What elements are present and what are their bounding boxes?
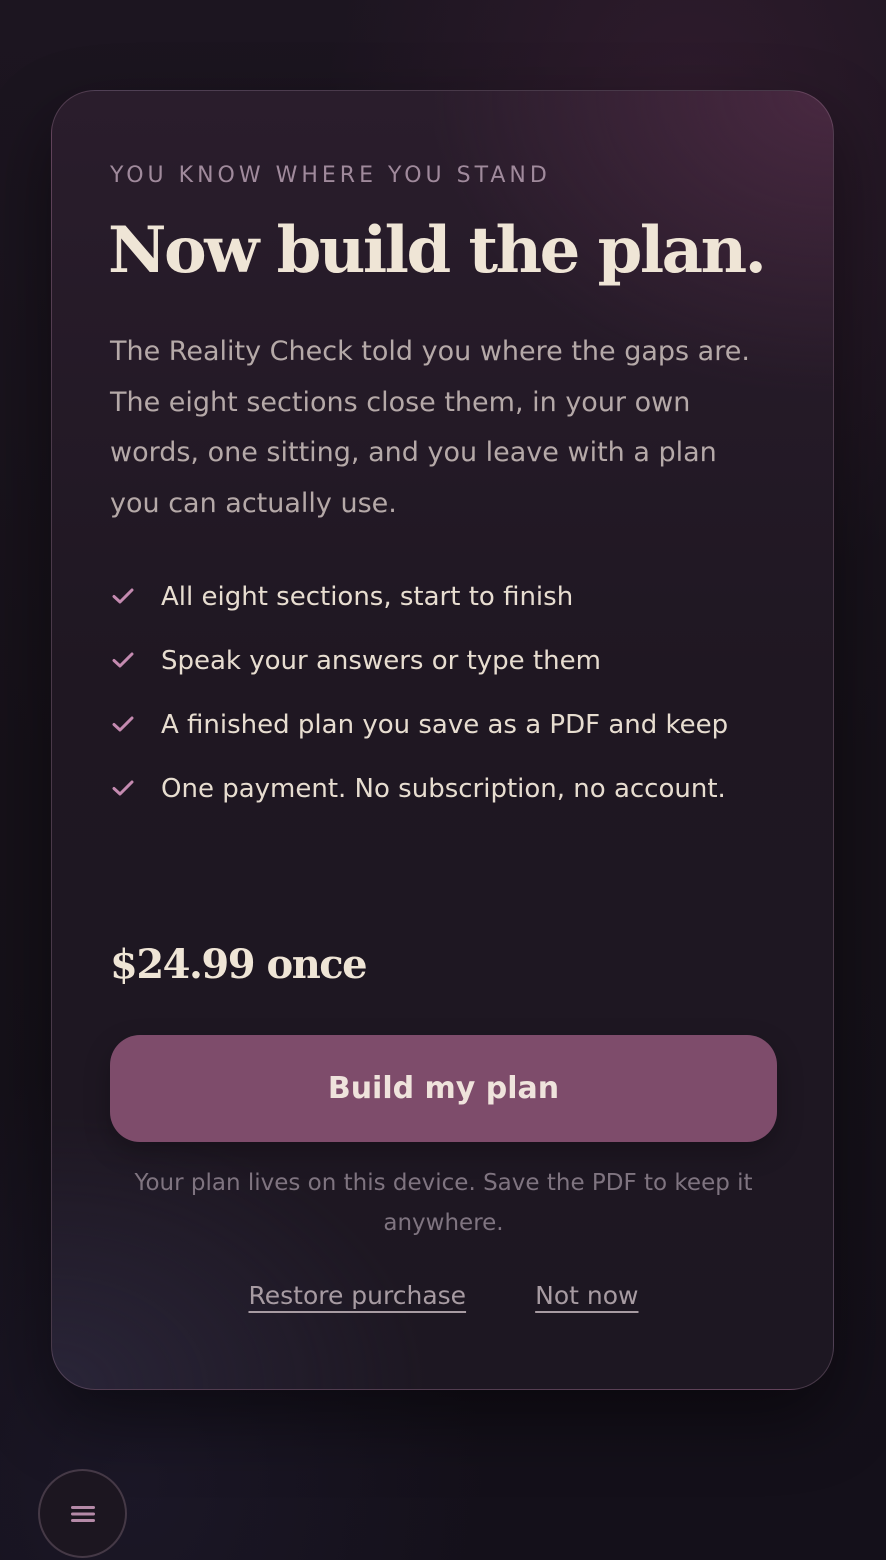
check-icon bbox=[112, 780, 134, 796]
menu-button[interactable] bbox=[38, 1469, 127, 1558]
feature-item: A finished plan you save as a PDF and ke… bbox=[110, 703, 750, 747]
check-icon bbox=[112, 588, 134, 604]
feature-item: Speak your answers or type them bbox=[110, 639, 750, 683]
restore-purchase-link[interactable]: Restore purchase bbox=[248, 1281, 466, 1310]
storage-note: Your plan lives on this device. Save the… bbox=[134, 1170, 753, 1236]
feature-text: A finished plan you save as a PDF and ke… bbox=[161, 710, 729, 740]
eyebrow-label: YOU KNOW WHERE YOU STAND bbox=[110, 163, 551, 188]
hamburger-menu-icon bbox=[70, 1505, 95, 1522]
feature-text: One payment. No subscription, no account… bbox=[161, 774, 726, 804]
feature-text: All eight sections, start to finish bbox=[161, 582, 574, 612]
check-icon bbox=[112, 652, 134, 668]
feature-item: All eight sections, start to finish bbox=[110, 575, 750, 619]
feature-list: All eight sections, start to finish Spea… bbox=[110, 575, 750, 831]
price-label: $24.99 once bbox=[110, 941, 368, 988]
page-title: Now build the plan. bbox=[108, 213, 767, 288]
check-icon bbox=[112, 716, 134, 732]
paywall-card: YOU KNOW WHERE YOU STAND Now build the p… bbox=[51, 90, 834, 1390]
build-plan-button[interactable]: Build my plan bbox=[110, 1035, 777, 1142]
intro-text: The Reality Check told you where the gap… bbox=[110, 336, 750, 519]
feature-item: One payment. No subscription, no account… bbox=[110, 767, 750, 811]
feature-text: Speak your answers or type them bbox=[161, 646, 601, 676]
not-now-link[interactable]: Not now bbox=[535, 1281, 638, 1310]
secondary-actions: Restore purchase Not now bbox=[110, 1281, 777, 1310]
